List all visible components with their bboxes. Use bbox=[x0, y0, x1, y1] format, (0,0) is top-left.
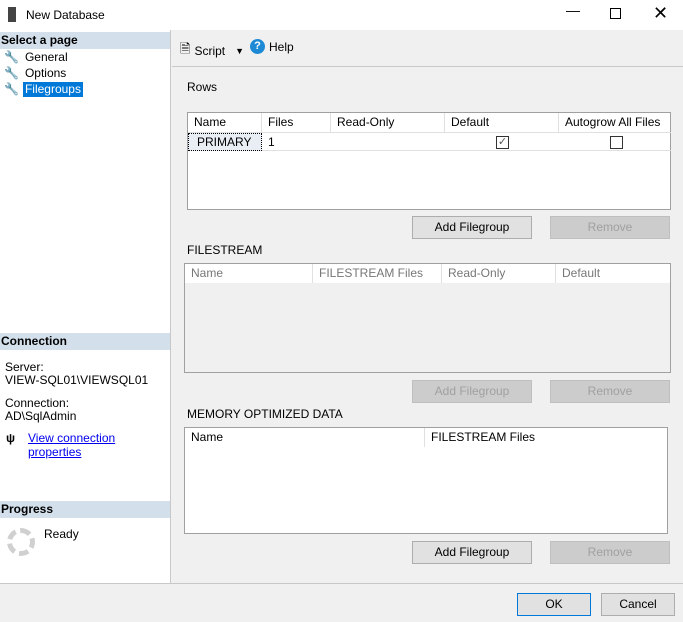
ok-button[interactable]: OK bbox=[517, 593, 591, 616]
rows-label: Rows bbox=[187, 80, 218, 94]
script-icon: 🗎 bbox=[180, 41, 191, 56]
wrench-icon: 🔧 bbox=[4, 50, 19, 64]
col-name: Name bbox=[185, 264, 313, 283]
page-filegroups[interactable]: 🔧 Filegroups bbox=[4, 82, 83, 97]
filestream-label: FILESTREAM bbox=[187, 243, 263, 257]
col-filestream-files: FILESTREAM Files bbox=[313, 264, 442, 283]
memory-add-filegroup-button[interactable]: Add Filegroup bbox=[412, 541, 532, 564]
col-default: Default bbox=[562, 266, 601, 280]
window-title: New Database bbox=[26, 8, 105, 22]
minimize-button[interactable]: — bbox=[566, 2, 580, 18]
cell-name[interactable]: PRIMARY bbox=[188, 133, 262, 151]
page-general[interactable]: 🔧 General bbox=[4, 50, 70, 65]
memory-remove-button[interactable]: Remove bbox=[550, 541, 670, 564]
view-connection-properties-link[interactable]: View connection properties bbox=[28, 431, 170, 459]
maximize-button[interactable] bbox=[610, 8, 621, 19]
col-filestream-files: FILESTREAM Files bbox=[431, 430, 536, 444]
select-page-header: Select a page bbox=[0, 32, 170, 49]
connection-header: Connection bbox=[0, 333, 170, 350]
default-checkbox-checked[interactable]: ✓ bbox=[496, 136, 509, 149]
connection-value: AD\SqlAdmin bbox=[5, 409, 77, 423]
autogrow-checkbox[interactable] bbox=[610, 136, 623, 149]
close-button[interactable]: ✕ bbox=[653, 3, 668, 24]
cell-files[interactable]: 1 bbox=[268, 135, 275, 149]
col-read-only: Read-Only bbox=[331, 113, 445, 132]
title-bar: New Database — ✕ bbox=[0, 0, 683, 30]
filestream-remove-button[interactable]: Remove bbox=[550, 380, 670, 403]
wrench-icon: 🔧 bbox=[4, 82, 19, 96]
progress-header: Progress bbox=[0, 501, 170, 518]
col-default: Default bbox=[445, 113, 559, 132]
server-value: VIEW-SQL01\VIEWSQL01 bbox=[5, 373, 149, 387]
connection-label: Connection: bbox=[5, 396, 70, 410]
help-icon: ? bbox=[250, 39, 265, 54]
col-files: Files bbox=[262, 113, 331, 132]
filestream-grid[interactable]: Name FILESTREAM Files Read-Only Default bbox=[184, 263, 671, 373]
memory-optimized-grid[interactable]: Name FILESTREAM Files bbox=[184, 427, 668, 534]
toolbar: 🗎 Script ▼ ? Help bbox=[172, 30, 683, 67]
rows-grid[interactable]: Name Files Read-Only Default Autogrow Al… bbox=[187, 112, 671, 210]
col-autogrow: Autogrow All Files bbox=[565, 115, 661, 129]
left-pane: Select a page 🔧 General 🔧 Options 🔧 Filegro… bbox=[0, 30, 171, 583]
col-read-only: Read-Only bbox=[442, 264, 556, 283]
footer-divider bbox=[0, 583, 683, 584]
page-options[interactable]: 🔧 Options bbox=[4, 66, 68, 81]
wrench-icon: 🔧 bbox=[4, 66, 19, 80]
rows-remove-button[interactable]: Remove bbox=[550, 216, 670, 239]
col-name: Name bbox=[185, 428, 425, 447]
rows-add-filegroup-button[interactable]: Add Filegroup bbox=[412, 216, 532, 239]
script-button[interactable]: 🗎 Script ▼ bbox=[180, 40, 244, 62]
progress-status: Ready bbox=[44, 527, 79, 541]
plug-icon: ψ bbox=[6, 431, 16, 445]
memory-optimized-label: MEMORY OPTIMIZED DATA bbox=[187, 407, 343, 421]
col-name: Name bbox=[188, 113, 262, 132]
table-row[interactable]: PRIMARY 1 ✓ bbox=[188, 132, 671, 151]
server-label: Server: bbox=[5, 360, 44, 374]
database-icon bbox=[8, 7, 16, 22]
dropdown-arrow-icon[interactable]: ▼ bbox=[235, 46, 244, 56]
filestream-add-filegroup-button[interactable]: Add Filegroup bbox=[412, 380, 532, 403]
cancel-button[interactable]: Cancel bbox=[601, 593, 675, 616]
progress-spinner-icon bbox=[7, 528, 35, 556]
help-button[interactable]: ? Help bbox=[250, 39, 294, 54]
